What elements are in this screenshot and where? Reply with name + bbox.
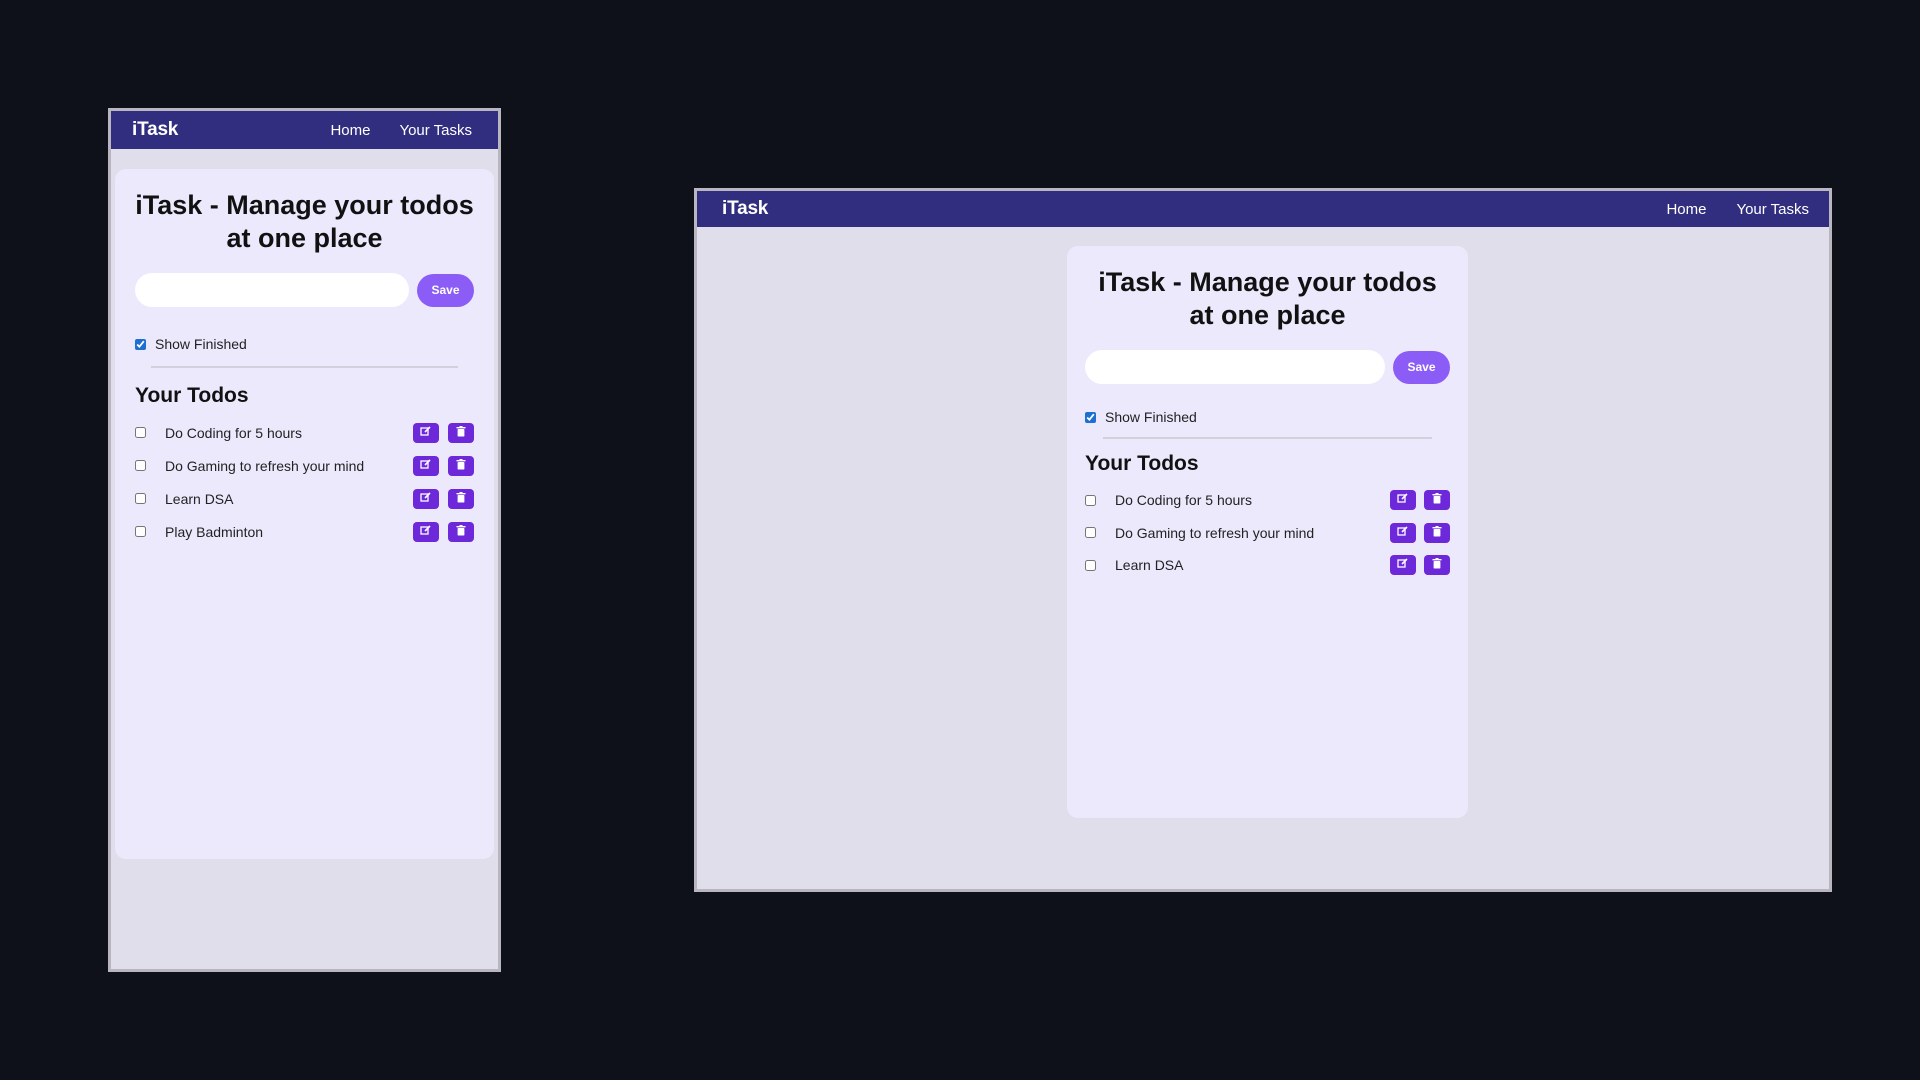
add-todo-row: Save — [1085, 350, 1450, 384]
delete-icon — [456, 490, 466, 508]
todo-text: Do Gaming to refresh your mind — [1115, 524, 1315, 541]
logo: iTask — [132, 119, 179, 140]
nav-links: Home Your Tasks — [1636, 201, 1809, 218]
delete-button[interactable] — [1424, 522, 1450, 543]
show-finished-label: Show Finished — [1105, 409, 1197, 425]
todo-actions — [404, 488, 474, 509]
edit-icon — [1397, 491, 1409, 509]
show-finished-toggle[interactable]: Show Finished — [1085, 409, 1450, 425]
todo-checkbox[interactable] — [135, 526, 146, 537]
todo-item: Play Badminton — [135, 515, 474, 548]
desktop-screenshot-frame: iTask Home Your Tasks iTask - Manage you… — [694, 188, 1832, 892]
todo-text: Do Coding for 5 hours — [1115, 492, 1252, 509]
divider — [151, 366, 458, 368]
todo-actions — [1382, 555, 1450, 576]
edit-icon — [1397, 524, 1409, 542]
todo-left: Learn DSA — [1085, 557, 1183, 573]
todo-text: Play Badminton — [165, 523, 264, 540]
todo-item: Do Coding for 5 hours — [1085, 484, 1450, 517]
todo-item: Do Gaming to refresh your mind — [135, 449, 474, 482]
edit-icon — [420, 457, 432, 475]
todo-left: Do Coding for 5 hours — [135, 425, 302, 441]
todo-checkbox[interactable] — [135, 493, 146, 504]
logo: iTask — [722, 198, 769, 219]
todo-checkbox[interactable] — [135, 427, 146, 438]
todo-item: Learn DSA — [135, 482, 474, 515]
todo-actions — [1382, 522, 1450, 543]
todo-card: iTask - Manage your todos at one place S… — [1067, 246, 1468, 818]
todo-left: Play Badminton — [135, 524, 263, 540]
todo-input[interactable] — [1085, 350, 1385, 384]
todo-left: Do Coding for 5 hours — [1085, 492, 1252, 508]
todo-text: Do Coding for 5 hours — [165, 424, 302, 441]
todo-input[interactable] — [135, 273, 409, 307]
delete-icon — [456, 457, 466, 475]
edit-icon — [420, 523, 432, 541]
todo-list: Do Coding for 5 hours Do Gaming to refres… — [135, 416, 474, 548]
todos-heading: Your Todos — [1085, 452, 1199, 475]
todo-checkbox[interactable] — [1085, 494, 1096, 506]
todo-text: Learn DSA — [1115, 557, 1184, 574]
todo-left: Do Gaming to refresh your mind — [1085, 525, 1314, 541]
save-button[interactable]: Save — [417, 273, 474, 307]
show-finished-toggle[interactable]: Show Finished — [135, 336, 474, 352]
edit-button[interactable] — [1390, 490, 1416, 511]
todo-card: iTask - Manage your todos at one place S… — [115, 169, 494, 859]
navbar: iTask Home Your Tasks — [111, 111, 498, 149]
delete-button[interactable] — [1424, 555, 1450, 576]
todos-heading: Your Todos — [135, 384, 249, 407]
delete-button[interactable] — [448, 521, 474, 542]
nav-link-your-tasks[interactable]: Your Tasks — [1736, 201, 1809, 218]
edit-icon — [420, 490, 432, 508]
todo-checkbox[interactable] — [1085, 527, 1096, 539]
edit-icon — [1397, 556, 1409, 574]
todo-actions — [404, 422, 474, 443]
todo-left: Learn DSA — [135, 491, 233, 507]
divider — [1103, 437, 1432, 439]
edit-button[interactable] — [413, 521, 439, 542]
mobile-screenshot-frame: iTask Home Your Tasks iTask - Manage you… — [108, 108, 501, 972]
delete-icon — [456, 424, 466, 442]
delete-button[interactable] — [448, 422, 474, 443]
todo-text: Do Gaming to refresh your mind — [165, 457, 365, 474]
save-button[interactable]: Save — [1393, 350, 1450, 384]
todo-text: Learn DSA — [165, 490, 234, 507]
todo-item: Learn DSA — [1085, 549, 1450, 582]
todo-actions — [1382, 490, 1450, 511]
todo-left: Do Gaming to refresh your mind — [135, 458, 364, 474]
delete-icon — [1432, 491, 1442, 509]
todo-actions — [404, 455, 474, 476]
delete-button[interactable] — [448, 488, 474, 509]
todo-item: Do Gaming to refresh your mind — [1085, 517, 1450, 550]
show-finished-checkbox[interactable] — [1085, 411, 1096, 423]
edit-button[interactable] — [1390, 522, 1416, 543]
todo-checkbox[interactable] — [1085, 559, 1096, 571]
todo-actions — [404, 521, 474, 542]
edit-icon — [420, 424, 432, 442]
show-finished-checkbox[interactable] — [135, 338, 146, 350]
edit-button[interactable] — [413, 422, 439, 443]
edit-button[interactable] — [413, 488, 439, 509]
delete-icon — [1432, 556, 1442, 574]
delete-button[interactable] — [448, 455, 474, 476]
delete-button[interactable] — [1424, 490, 1450, 511]
nav-link-your-tasks[interactable]: Your Tasks — [399, 122, 472, 139]
page-title: iTask - Manage your todos at one place — [1098, 267, 1437, 330]
nav-links: Home Your Tasks — [301, 122, 472, 139]
delete-icon — [1432, 524, 1442, 542]
delete-icon — [456, 523, 466, 541]
todo-item: Do Coding for 5 hours — [135, 416, 474, 449]
add-todo-row: Save — [135, 273, 474, 307]
navbar: iTask Home Your Tasks — [697, 191, 1829, 227]
show-finished-label: Show Finished — [155, 336, 247, 352]
nav-link-home[interactable]: Home — [1666, 201, 1706, 218]
edit-button[interactable] — [413, 455, 439, 476]
nav-link-home[interactable]: Home — [330, 122, 370, 139]
edit-button[interactable] — [1390, 555, 1416, 576]
todo-list: Do Coding for 5 hours Do Gaming to refres… — [1085, 484, 1450, 582]
todo-checkbox[interactable] — [135, 460, 146, 471]
page-title: iTask - Manage your todos at one place — [135, 190, 474, 253]
